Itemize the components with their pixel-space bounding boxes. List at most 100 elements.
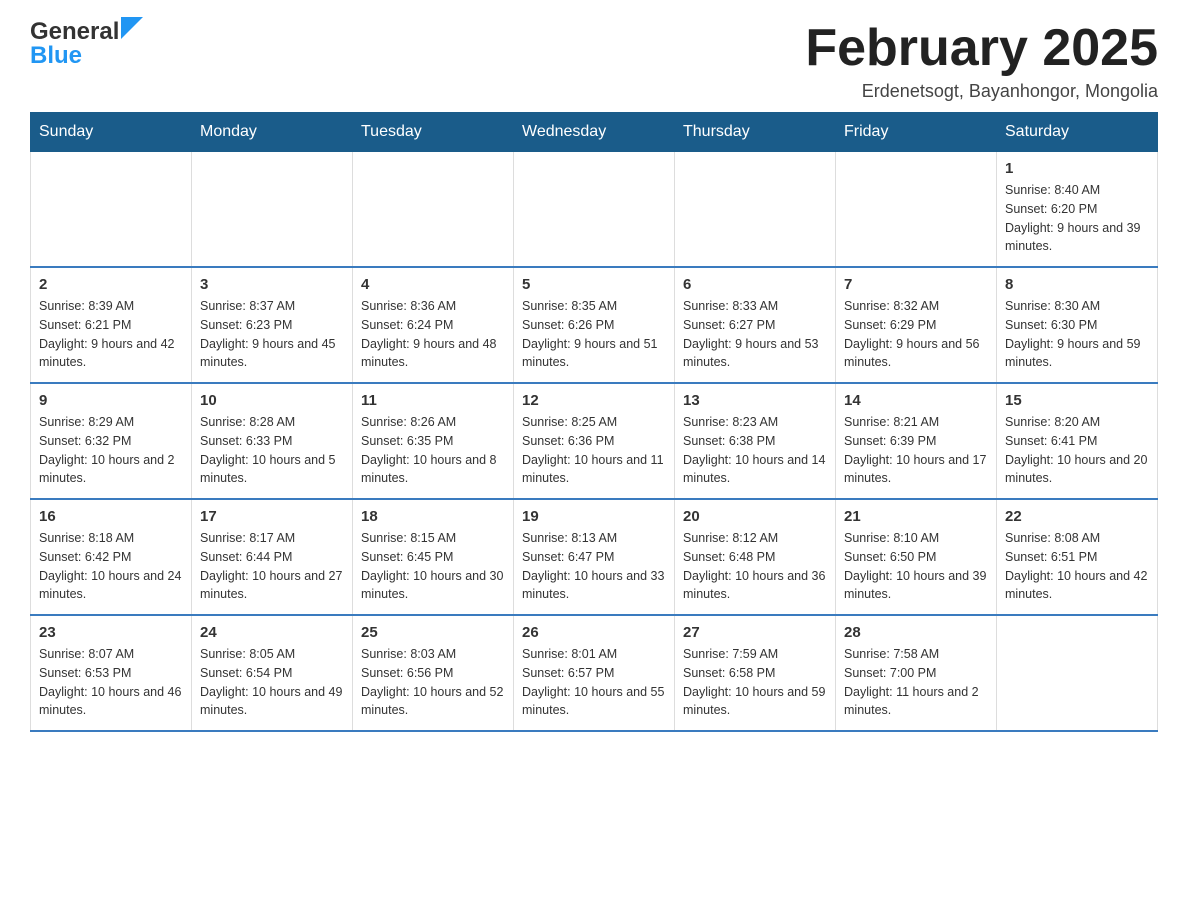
day-number: 15 — [1005, 392, 1149, 409]
day-info: Sunrise: 8:13 AM Sunset: 6:47 PM Dayligh… — [522, 529, 666, 604]
calendar-cell: 27Sunrise: 7:59 AM Sunset: 6:58 PM Dayli… — [675, 615, 836, 731]
weekday-header-wednesday: Wednesday — [514, 113, 675, 152]
calendar-cell — [192, 152, 353, 268]
title-area: February 2025 Erdenetsogt, Bayanhongor, … — [805, 20, 1158, 102]
weekday-header-tuesday: Tuesday — [353, 113, 514, 152]
calendar-cell — [514, 152, 675, 268]
day-number: 18 — [361, 508, 505, 525]
calendar-cell: 15 Sunrise: 8:20 AM Sunset: 6:41 PM Dayli… — [997, 383, 1158, 499]
weekday-header-saturday: Saturday — [997, 113, 1158, 152]
day-number: 23 — [39, 624, 183, 641]
calendar-header: SundayMondayTuesdayWednesdayThursdayFrid… — [31, 113, 1158, 152]
day-number: 12 — [522, 392, 666, 409]
calendar-cell: 25 Sunrise: 8:03 AM Sunset: 6:56 PM Dayli… — [353, 615, 514, 731]
logo-general-text: General — [30, 20, 119, 44]
day-info: Sunrise: 8:39 AM Sunset: 6:21 PM Dayligh… — [39, 297, 183, 372]
calendar-cell: 12 Sunrise: 8:25 AM Sunset: 6:36 PM Dayli… — [514, 383, 675, 499]
calendar-week-row: 1 Sunrise: 8:40 AM Sunset: 6:20 PM Daylig… — [31, 152, 1158, 268]
day-info: Sunrise: 8:08 AM Sunset: 6:51 PM Dayligh… — [1005, 529, 1149, 604]
logo-blue-text: Blue — [30, 44, 143, 68]
day-number: 13 — [683, 392, 827, 409]
weekday-header-thursday: Thursday — [675, 113, 836, 152]
calendar-week-row: 9 Sunrise: 8:29 AM Sunset: 6:32 PM Daylig… — [31, 383, 1158, 499]
calendar-cell: 21Sunrise: 8:10 AM Sunset: 6:50 PM Dayli… — [836, 499, 997, 615]
day-number: 16 — [39, 508, 183, 525]
calendar-cell: 19 Sunrise: 8:13 AM Sunset: 6:47 PM Dayli… — [514, 499, 675, 615]
calendar-cell: 26Sunrise: 8:01 AM Sunset: 6:57 PM Dayli… — [514, 615, 675, 731]
day-info: Sunrise: 8:01 AM Sunset: 6:57 PM Dayligh… — [522, 645, 666, 720]
day-info: Sunrise: 8:20 AM Sunset: 6:41 PM Dayligh… — [1005, 413, 1149, 488]
calendar-cell — [997, 615, 1158, 731]
calendar-cell: 20 Sunrise: 8:12 AM Sunset: 6:48 PM Dayli… — [675, 499, 836, 615]
day-number: 8 — [1005, 276, 1149, 293]
calendar-week-row: 23 Sunrise: 8:07 AM Sunset: 6:53 PM Dayli… — [31, 615, 1158, 731]
calendar-cell: 28Sunrise: 7:58 AM Sunset: 7:00 PM Dayli… — [836, 615, 997, 731]
day-number: 4 — [361, 276, 505, 293]
day-info: Sunrise: 8:29 AM Sunset: 6:32 PM Dayligh… — [39, 413, 183, 488]
day-info: Sunrise: 8:21 AM Sunset: 6:39 PM Dayligh… — [844, 413, 988, 488]
calendar-cell: 1 Sunrise: 8:40 AM Sunset: 6:20 PM Daylig… — [997, 152, 1158, 268]
day-info: Sunrise: 8:17 AM Sunset: 6:44 PM Dayligh… — [200, 529, 344, 604]
day-info: Sunrise: 8:15 AM Sunset: 6:45 PM Dayligh… — [361, 529, 505, 604]
day-number: 3 — [200, 276, 344, 293]
calendar-week-row: 2 Sunrise: 8:39 AM Sunset: 6:21 PM Daylig… — [31, 267, 1158, 383]
calendar-week-row: 16 Sunrise: 8:18 AM Sunset: 6:42 PM Dayli… — [31, 499, 1158, 615]
day-number: 9 — [39, 392, 183, 409]
weekday-header-sunday: Sunday — [31, 113, 192, 152]
day-info: Sunrise: 8:35 AM Sunset: 6:26 PM Dayligh… — [522, 297, 666, 372]
day-info: Sunrise: 8:36 AM Sunset: 6:24 PM Dayligh… — [361, 297, 505, 372]
calendar-cell: 11 Sunrise: 8:26 AM Sunset: 6:35 PM Dayli… — [353, 383, 514, 499]
calendar-cell: 4 Sunrise: 8:36 AM Sunset: 6:24 PM Daylig… — [353, 267, 514, 383]
calendar-cell — [675, 152, 836, 268]
day-info: Sunrise: 8:23 AM Sunset: 6:38 PM Dayligh… — [683, 413, 827, 488]
day-info: Sunrise: 8:37 AM Sunset: 6:23 PM Dayligh… — [200, 297, 344, 372]
day-number: 19 — [522, 508, 666, 525]
day-number: 6 — [683, 276, 827, 293]
location: Erdenetsogt, Bayanhongor, Mongolia — [805, 81, 1158, 102]
calendar-cell: 3 Sunrise: 8:37 AM Sunset: 6:23 PM Daylig… — [192, 267, 353, 383]
day-number: 25 — [361, 624, 505, 641]
day-number: 14 — [844, 392, 988, 409]
logo-text: General Blue — [30, 20, 143, 68]
calendar-cell — [353, 152, 514, 268]
day-info: Sunrise: 8:18 AM Sunset: 6:42 PM Dayligh… — [39, 529, 183, 604]
calendar-cell: 22 Sunrise: 8:08 AM Sunset: 6:51 PM Dayli… — [997, 499, 1158, 615]
day-number: 2 — [39, 276, 183, 293]
day-info: Sunrise: 7:58 AM Sunset: 7:00 PM Dayligh… — [844, 645, 988, 720]
day-number: 11 — [361, 392, 505, 409]
calendar-cell: 14 Sunrise: 8:21 AM Sunset: 6:39 PM Dayli… — [836, 383, 997, 499]
day-info: Sunrise: 8:32 AM Sunset: 6:29 PM Dayligh… — [844, 297, 988, 372]
day-info: Sunrise: 8:40 AM Sunset: 6:20 PM Dayligh… — [1005, 181, 1149, 256]
day-info: Sunrise: 8:12 AM Sunset: 6:48 PM Dayligh… — [683, 529, 827, 604]
calendar-cell: 2 Sunrise: 8:39 AM Sunset: 6:21 PM Daylig… — [31, 267, 192, 383]
day-info: Sunrise: 8:26 AM Sunset: 6:35 PM Dayligh… — [361, 413, 505, 488]
calendar-cell: 7Sunrise: 8:32 AM Sunset: 6:29 PM Daylig… — [836, 267, 997, 383]
weekday-header-monday: Monday — [192, 113, 353, 152]
day-number: 5 — [522, 276, 666, 293]
weekday-header-friday: Friday — [836, 113, 997, 152]
day-info: Sunrise: 8:05 AM Sunset: 6:54 PM Dayligh… — [200, 645, 344, 720]
calendar-cell: 10 Sunrise: 8:28 AM Sunset: 6:33 PM Dayli… — [192, 383, 353, 499]
calendar-cell — [836, 152, 997, 268]
calendar-cell: 17Sunrise: 8:17 AM Sunset: 6:44 PM Dayli… — [192, 499, 353, 615]
day-info: Sunrise: 8:25 AM Sunset: 6:36 PM Dayligh… — [522, 413, 666, 488]
day-info: Sunrise: 8:33 AM Sunset: 6:27 PM Dayligh… — [683, 297, 827, 372]
day-number: 1 — [1005, 160, 1149, 177]
calendar-cell: 6 Sunrise: 8:33 AM Sunset: 6:27 PM Daylig… — [675, 267, 836, 383]
day-number: 20 — [683, 508, 827, 525]
day-info: Sunrise: 8:07 AM Sunset: 6:53 PM Dayligh… — [39, 645, 183, 720]
day-number: 21 — [844, 508, 988, 525]
day-number: 24 — [200, 624, 344, 641]
day-info: Sunrise: 8:28 AM Sunset: 6:33 PM Dayligh… — [200, 413, 344, 488]
day-number: 22 — [1005, 508, 1149, 525]
calendar-cell: 16 Sunrise: 8:18 AM Sunset: 6:42 PM Dayli… — [31, 499, 192, 615]
day-number: 10 — [200, 392, 344, 409]
calendar-cell: 18 Sunrise: 8:15 AM Sunset: 6:45 PM Dayli… — [353, 499, 514, 615]
calendar-cell: 5 Sunrise: 8:35 AM Sunset: 6:26 PM Daylig… — [514, 267, 675, 383]
page-header: General Blue February 2025 Erdenetsogt, … — [30, 20, 1158, 102]
calendar-table: SundayMondayTuesdayWednesdayThursdayFrid… — [30, 112, 1158, 732]
calendar-body: 1 Sunrise: 8:40 AM Sunset: 6:20 PM Daylig… — [31, 152, 1158, 732]
calendar-cell — [31, 152, 192, 268]
day-info: Sunrise: 8:03 AM Sunset: 6:56 PM Dayligh… — [361, 645, 505, 720]
logo-triangle-icon — [121, 17, 143, 39]
